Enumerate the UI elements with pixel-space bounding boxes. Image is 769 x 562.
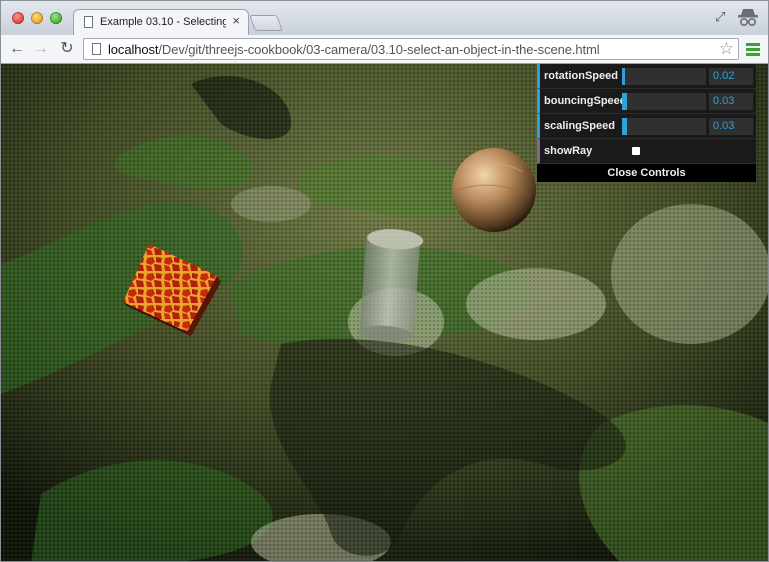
window-minimize-button[interactable]	[31, 12, 43, 24]
browser-window: Example 03.10 - Selecting × ⤢ ← → ↻ loca…	[0, 0, 769, 562]
rotation-speed-input[interactable]: 0.02	[709, 68, 753, 85]
slider-fill	[622, 93, 628, 110]
control-row-rotation-speed: rotationSpeed 0.02	[537, 64, 756, 89]
wooden-sphere[interactable]	[452, 148, 536, 232]
url-host: localhost	[108, 42, 159, 57]
url-path: /Dev/git/threejs-cookbook/03-camera/03.1…	[158, 42, 600, 57]
scaling-speed-input[interactable]: 0.03	[709, 118, 753, 135]
control-label: showRay	[544, 145, 593, 157]
show-ray-checkbox[interactable]	[632, 147, 640, 155]
forward-button[interactable]: →	[31, 39, 51, 59]
tab-title: Example 03.10 - Selecting	[100, 16, 226, 28]
control-row-scaling-speed: scalingSpeed 0.03	[537, 114, 756, 139]
rotation-speed-slider[interactable]	[622, 68, 706, 85]
slider-fill	[622, 118, 628, 135]
controls-panel: rotationSpeed 0.02 bouncingSpeed 0.03 sc…	[537, 64, 756, 182]
page-icon	[84, 16, 93, 28]
control-label: rotationSpeed	[544, 70, 618, 82]
bouncing-speed-input[interactable]: 0.03	[709, 93, 753, 110]
control-label: scalingSpeed	[544, 120, 615, 132]
control-label: bouncingSpeed	[544, 95, 627, 107]
fullscreen-icon[interactable]: ⤢	[715, 9, 725, 25]
tab-strip: Example 03.10 - Selecting × ⤢	[1, 1, 768, 35]
control-row-bouncing-speed: bouncingSpeed 0.03	[537, 89, 756, 114]
window-maximize-button[interactable]	[50, 12, 62, 24]
glass-cylinder[interactable]	[358, 227, 424, 343]
incognito-icon	[735, 5, 761, 31]
bouncing-speed-slider[interactable]	[622, 93, 706, 110]
browser-menu-icon[interactable]	[746, 43, 760, 56]
scaling-speed-slider[interactable]	[622, 118, 706, 135]
page-icon	[92, 43, 101, 55]
url-text: localhost/Dev/git/threejs-cookbook/03-ca…	[108, 42, 600, 57]
bookmark-star-icon[interactable]: ☆	[719, 39, 734, 59]
tab-active[interactable]: Example 03.10 - Selecting ×	[73, 9, 249, 35]
back-button[interactable]: ←	[7, 39, 27, 59]
reload-button[interactable]: ↻	[57, 39, 77, 59]
browser-toolbar: ← → ↻ localhost/Dev/git/threejs-cookbook…	[1, 35, 768, 64]
address-bar[interactable]: localhost/Dev/git/threejs-cookbook/03-ca…	[83, 38, 739, 60]
new-tab-button[interactable]	[249, 15, 283, 31]
control-row-show-ray: showRay	[537, 139, 756, 164]
window-close-button[interactable]	[12, 12, 24, 24]
tab-close-icon[interactable]: ×	[232, 14, 240, 28]
slider-fill	[622, 68, 626, 85]
close-controls-button[interactable]: Close Controls	[537, 164, 756, 182]
